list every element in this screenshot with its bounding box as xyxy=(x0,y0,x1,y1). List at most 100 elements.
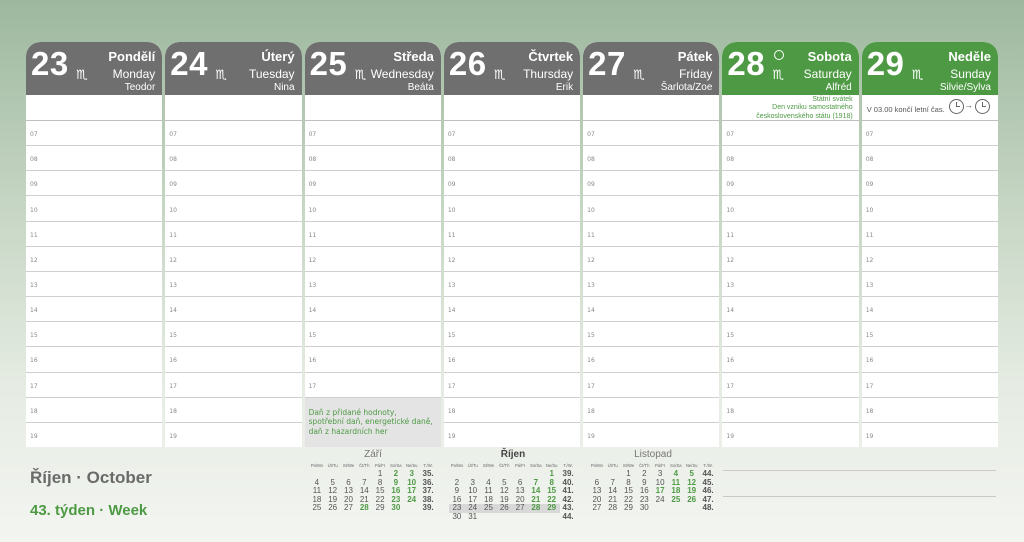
hour-slot[interactable]: 18 xyxy=(861,398,998,423)
hour-slot[interactable]: 09 xyxy=(304,171,441,197)
hour-slot[interactable]: 16 xyxy=(443,347,581,373)
hour-slot[interactable]: 12 xyxy=(165,247,302,272)
hour-slot[interactable]: 14 xyxy=(583,297,720,323)
hour-slot[interactable]: 16 xyxy=(583,347,720,373)
hour-slot[interactable]: 14 xyxy=(861,297,998,323)
hour-slot[interactable]: 17 xyxy=(26,373,163,398)
day-note-area[interactable] xyxy=(443,95,581,121)
hour-slot[interactable]: 10 xyxy=(26,196,163,222)
hour-slot[interactable]: 07 xyxy=(165,121,302,147)
hour-slot[interactable]: 18 xyxy=(583,398,720,423)
hour-slot[interactable]: 19 xyxy=(165,423,301,447)
hour-slot[interactable]: 09 xyxy=(583,171,720,197)
hour-slot[interactable]: 11 xyxy=(304,222,441,247)
hour-slot[interactable]: 09 xyxy=(443,171,581,197)
hour-slot[interactable]: 12 xyxy=(304,247,441,272)
hour-slot[interactable]: 13 xyxy=(443,272,581,298)
hour-slot[interactable]: 12 xyxy=(722,247,859,272)
hour-slot[interactable]: 19 xyxy=(26,423,162,447)
hour-slot[interactable]: 16 xyxy=(861,347,998,373)
hour-slot[interactable]: 13 xyxy=(304,272,441,298)
hour-slot[interactable]: 10 xyxy=(443,196,581,222)
hour-slot[interactable]: 08 xyxy=(26,146,163,172)
hour-slot[interactable]: 08 xyxy=(304,146,441,172)
hour-slot[interactable]: 15 xyxy=(722,322,859,348)
hour-slot[interactable]: 08 xyxy=(165,146,302,172)
hour-slot[interactable]: 07 xyxy=(443,121,581,147)
hour-slot[interactable]: 13 xyxy=(165,272,302,298)
hour-slot[interactable]: 09 xyxy=(722,171,859,197)
hour-slot[interactable]: 17 xyxy=(304,373,441,398)
hour-slot[interactable]: 07 xyxy=(722,121,859,147)
day-note-area[interactable]: Státní svátek Den vzniku samostatného česk… xyxy=(722,95,859,121)
hour-slot[interactable]: 18 xyxy=(26,398,163,423)
hour-slot[interactable]: 15 xyxy=(583,322,720,348)
hour-slot[interactable]: 08 xyxy=(861,146,998,172)
hour-slot[interactable]: 15 xyxy=(26,322,163,348)
hour-slot[interactable]: 15 xyxy=(443,322,581,348)
hour-slot[interactable]: 11 xyxy=(583,222,720,247)
hour-slot[interactable]: 14 xyxy=(443,297,581,323)
hour-slot[interactable]: 07 xyxy=(26,121,163,147)
hour-slot[interactable]: 11 xyxy=(443,222,581,247)
hour-slot[interactable]: 13 xyxy=(583,272,720,298)
hour-slot[interactable]: 19 xyxy=(444,423,580,447)
day-note-area[interactable] xyxy=(26,95,163,121)
calendar-day xyxy=(668,504,684,513)
hour-slot[interactable]: 19 xyxy=(722,423,858,447)
hour-slot[interactable]: 13 xyxy=(26,272,163,298)
hour-slot[interactable]: 17 xyxy=(443,373,581,398)
day-note-area[interactable] xyxy=(583,95,720,121)
hour-slot[interactable]: 14 xyxy=(165,297,302,323)
hour-slot[interactable]: 15 xyxy=(304,322,441,348)
hour-slot[interactable]: 14 xyxy=(722,297,859,323)
day-note-area[interactable]: V 03.00 končí letní čas. → xyxy=(861,95,998,121)
hour-slot[interactable]: 11 xyxy=(861,222,998,247)
hour-slot[interactable]: 09 xyxy=(861,171,998,197)
hour-slot[interactable]: 11 xyxy=(722,222,859,247)
hour-slot[interactable]: 08 xyxy=(722,146,859,172)
hour-slot[interactable]: 07 xyxy=(583,121,720,147)
hour-slot[interactable]: 16 xyxy=(165,347,302,373)
hour-slot[interactable]: 11 xyxy=(26,222,163,247)
hour-slot[interactable] xyxy=(305,423,441,447)
hour-slot[interactable]: 16 xyxy=(26,347,163,373)
hour-slot[interactable]: 07 xyxy=(861,121,998,147)
hour-slot[interactable]: 17 xyxy=(722,373,859,398)
hour-slot[interactable]: 12 xyxy=(583,247,720,272)
hour-slot[interactable]: 13 xyxy=(722,272,859,298)
hour-slot[interactable]: 14 xyxy=(26,297,163,323)
hour-slot[interactable]: 11 xyxy=(165,222,302,247)
day-note-area[interactable] xyxy=(165,95,302,121)
hour-slot[interactable]: 18 xyxy=(165,398,302,423)
hour-slot[interactable]: 10 xyxy=(304,196,441,222)
hour-slot[interactable]: 09 xyxy=(26,171,163,197)
hour-slot[interactable]: 08 xyxy=(443,146,581,172)
hour-slot[interactable]: 17 xyxy=(165,373,302,398)
hour-slot[interactable]: 12 xyxy=(26,247,163,272)
hour-slot[interactable]: 14 xyxy=(304,297,441,323)
hour-slot[interactable]: 15 xyxy=(165,322,302,348)
hour-slot[interactable]: 16 xyxy=(304,347,441,373)
hour-slot[interactable]: 12 xyxy=(443,247,581,272)
hour-slot[interactable]: 18 xyxy=(722,398,859,423)
hour-slot[interactable]: 08 xyxy=(583,146,720,172)
hour-slot[interactable]: 12 xyxy=(861,247,998,272)
hour-slot[interactable]: 10 xyxy=(583,196,720,222)
day-note-area[interactable] xyxy=(304,95,441,121)
hour-slot[interactable]: 10 xyxy=(165,196,302,222)
hour-slot[interactable]: 15 xyxy=(861,322,998,348)
hour-label: 08 xyxy=(447,156,456,164)
hour-slot[interactable]: 19 xyxy=(583,423,719,447)
hour-slot[interactable]: 10 xyxy=(722,196,859,222)
hour-slot[interactable]: 10 xyxy=(861,196,998,222)
hour-slot[interactable]: 17 xyxy=(861,373,998,398)
hour-slot[interactable]: 07 xyxy=(304,121,441,147)
hour-slot[interactable]: 17 xyxy=(583,373,720,398)
hour-slot[interactable]: Daň z přidané hodnoty, spotřební daň, ene… xyxy=(304,397,441,447)
hour-slot[interactable]: 13 xyxy=(861,272,998,298)
hour-slot[interactable]: 16 xyxy=(722,347,859,373)
hour-slot[interactable]: 09 xyxy=(165,171,302,197)
hour-slot[interactable]: 18 xyxy=(443,398,581,423)
hour-slot[interactable]: 19 xyxy=(862,423,998,447)
